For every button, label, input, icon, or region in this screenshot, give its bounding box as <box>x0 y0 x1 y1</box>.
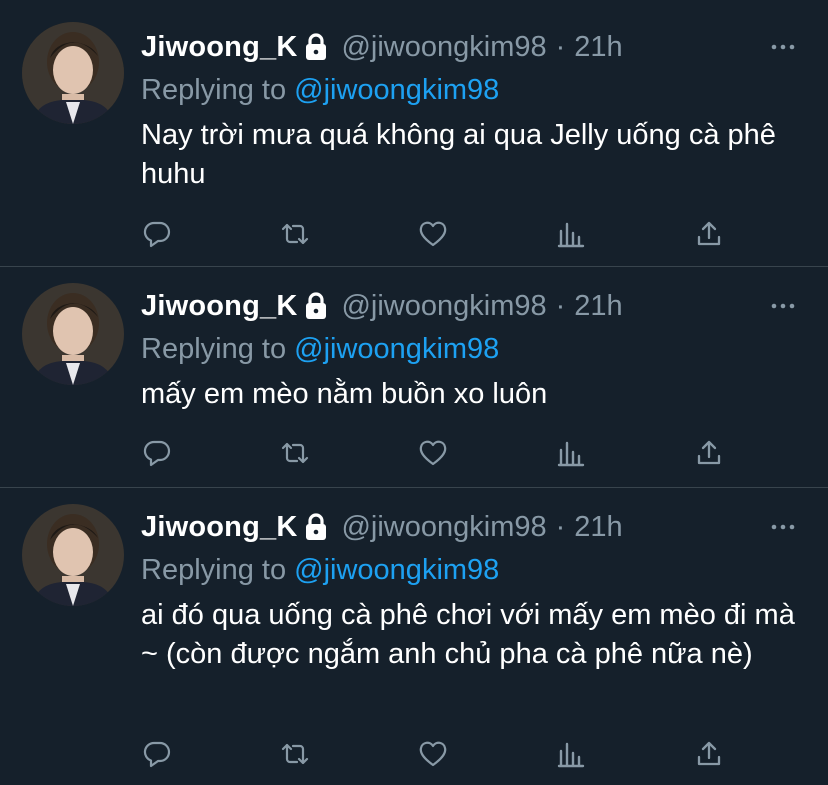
share-button[interactable] <box>689 734 729 774</box>
reply-button[interactable] <box>137 734 177 774</box>
retweet-button[interactable] <box>275 214 315 254</box>
user-handle[interactable]: @jiwoongkim98 <box>341 290 546 323</box>
analytics-icon <box>557 441 585 467</box>
replying-to-label: Replying to <box>141 333 287 365</box>
timeline: Jiwoong_K @jiwoongkim98 · 21h Replying t… <box>0 0 828 785</box>
analytics-icon <box>557 742 585 768</box>
analytics-button[interactable] <box>551 734 591 774</box>
replying-to: Replying to @jiwoongkim98 <box>141 550 798 590</box>
retweet-icon <box>281 223 309 245</box>
reply-icon <box>143 221 171 248</box>
more-icon[interactable] <box>768 291 798 321</box>
replying-to-label: Replying to <box>141 74 287 106</box>
timestamp[interactable]: 21h <box>574 31 622 64</box>
reply-button[interactable] <box>137 433 177 473</box>
retweet-button[interactable] <box>275 433 315 473</box>
reply-icon <box>143 741 171 768</box>
display-name[interactable]: Jiwoong_K <box>141 290 297 323</box>
avatar[interactable] <box>22 22 124 124</box>
heart-icon <box>419 741 447 767</box>
avatar[interactable] <box>22 283 124 385</box>
tweet-header: Jiwoong_K @jiwoongkim98 · 21h <box>141 283 798 329</box>
analytics-button[interactable] <box>551 214 591 254</box>
tweet-text: Nay trời mưa quá không ai qua Jelly uống… <box>141 119 784 190</box>
share-icon <box>697 221 721 246</box>
tweet[interactable]: Jiwoong_K @jiwoongkim98 · 21h Replying t… <box>0 0 828 267</box>
like-button[interactable] <box>413 433 453 473</box>
analytics-icon <box>557 222 585 248</box>
heart-icon <box>419 221 447 247</box>
more-icon[interactable] <box>768 512 798 542</box>
tweet-content: Jiwoong_K @jiwoongkim98 · 21h Replying t… <box>141 504 798 674</box>
replying-to-label: Replying to <box>141 554 287 586</box>
timestamp[interactable]: 21h <box>574 290 622 323</box>
tweet[interactable]: Jiwoong_K @jiwoongkim98 · 21h Replying t… <box>0 488 828 785</box>
tweet-actions <box>141 214 741 254</box>
timestamp[interactable]: 21h <box>574 511 622 544</box>
tweet-content: Jiwoong_K @jiwoongkim98 · 21h Replying t… <box>141 24 798 194</box>
like-button[interactable] <box>413 214 453 254</box>
user-handle[interactable]: @jiwoongkim98 <box>341 511 546 544</box>
tweet-text: ai đó qua uống cà phê chơi với mấy em mè… <box>141 599 803 670</box>
tweet-header: Jiwoong_K @jiwoongkim98 · 21h <box>141 504 798 550</box>
replying-to: Replying to @jiwoongkim98 <box>141 70 798 110</box>
user-handle[interactable]: @jiwoongkim98 <box>341 31 546 64</box>
separator-dot: · <box>555 510 566 543</box>
display-name[interactable]: Jiwoong_K <box>141 31 297 64</box>
lock-icon <box>303 291 329 321</box>
lock-icon <box>303 32 329 62</box>
reply-button[interactable] <box>137 214 177 254</box>
tweet-content: Jiwoong_K @jiwoongkim98 · 21h Replying t… <box>141 283 798 414</box>
tweet-header: Jiwoong_K @jiwoongkim98 · 21h <box>141 24 798 70</box>
tweet[interactable]: Jiwoong_K @jiwoongkim98 · 21h Replying t… <box>0 267 828 488</box>
retweet-icon <box>281 442 309 464</box>
tweet-text: mấy em mèo nằm buồn xo luôn <box>141 378 548 410</box>
separator-dot: · <box>555 30 566 63</box>
share-icon <box>697 741 721 766</box>
share-icon <box>697 440 721 465</box>
share-button[interactable] <box>689 433 729 473</box>
retweet-button[interactable] <box>275 734 315 774</box>
heart-icon <box>419 440 447 466</box>
avatar[interactable] <box>22 504 124 606</box>
share-button[interactable] <box>689 214 729 254</box>
retweet-icon <box>281 743 309 765</box>
lock-icon <box>303 512 329 542</box>
tweet-actions <box>141 734 741 774</box>
replying-to-link[interactable]: @jiwoongkim98 <box>294 554 499 586</box>
tweet-actions <box>141 433 741 473</box>
separator-dot: · <box>555 289 566 322</box>
more-icon[interactable] <box>768 32 798 62</box>
replying-to: Replying to @jiwoongkim98 <box>141 329 798 369</box>
like-button[interactable] <box>413 734 453 774</box>
replying-to-link[interactable]: @jiwoongkim98 <box>294 74 499 106</box>
display-name[interactable]: Jiwoong_K <box>141 511 297 544</box>
reply-icon <box>143 440 171 467</box>
analytics-button[interactable] <box>551 433 591 473</box>
replying-to-link[interactable]: @jiwoongkim98 <box>294 333 499 365</box>
